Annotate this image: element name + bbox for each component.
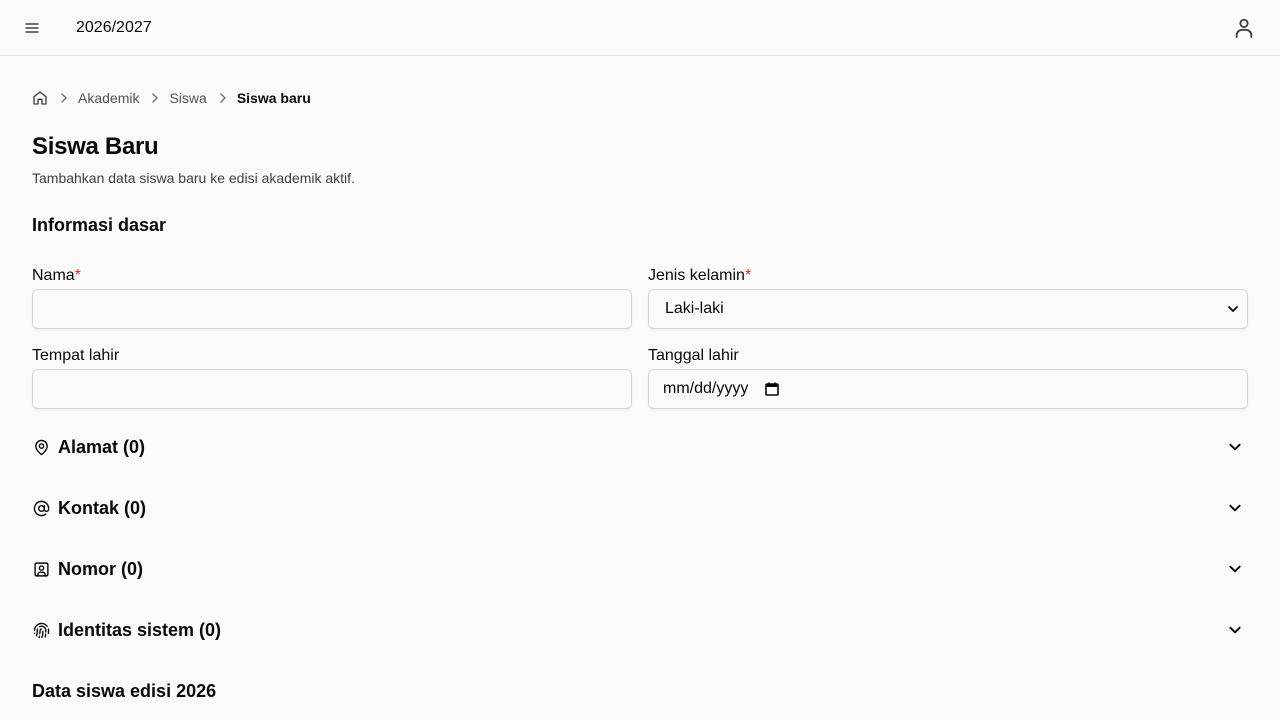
address-section-label: Alamat (0) [58,436,146,457]
chevron-right-icon [60,93,68,103]
breadcrumb-current: Siswa baru [236,90,311,106]
user-menu-button[interactable] [1228,12,1260,44]
birthplace-label: Tempat lahir [32,347,120,364]
chevron-down-icon [1229,626,1241,634]
gender-label: Jenis kelamin* [648,267,751,285]
number-section-label: Nomor (0) [58,558,143,579]
chevron-down-icon [1229,443,1241,451]
chevron-down-icon [1229,565,1241,573]
map-pin-icon [32,438,50,456]
menu-button[interactable] [16,12,48,44]
fingerprint-icon [32,621,50,639]
birthplace-input[interactable] [32,369,632,409]
edition-data-title: Data siswa edisi 2026 [32,681,217,701]
gender-select-value: Laki-laki [665,300,724,317]
birthdate-input[interactable]: mm/dd/yyyy [648,369,1248,409]
address-section-toggle[interactable]: Alamat (0) [32,433,1248,461]
breadcrumb: Akademik Siswa Siswa baru [32,88,311,108]
contact-card-icon [32,560,50,578]
user-icon [1235,18,1253,39]
required-mark: * [74,267,81,284]
contact-section-label: Kontak (0) [58,497,147,518]
system-identity-section-toggle[interactable]: Identitas sistem (0) [32,616,1248,644]
name-label: Nama* [32,267,81,285]
gender-select[interactable]: Laki-laki [648,289,1248,329]
at-sign-icon [32,499,50,517]
breadcrumb-akademik[interactable]: Akademik [78,90,139,106]
gender-label-text: Jenis kelamin [648,267,745,284]
edition-label: 2026/2027 [76,19,152,36]
system-identity-section-label: Identitas sistem (0) [58,619,222,640]
required-mark: * [744,267,752,284]
birthdate-label: Tanggal lahir [648,347,739,364]
contact-section-toggle[interactable]: Kontak (0) [32,494,1248,522]
name-label-text: Nama [32,267,75,284]
basic-info-title: Informasi dasar [32,215,167,235]
chevron-down-icon [1228,306,1238,312]
hamburger-icon [25,23,39,33]
chevron-right-icon [151,93,159,103]
number-section-toggle[interactable]: Nomor (0) [32,555,1248,583]
chevron-right-icon [219,93,227,103]
breadcrumb-home[interactable] [32,90,48,106]
top-bar: 2026/2027 [0,0,1280,56]
page-description: Tambahkan data siswa baru ke edisi akade… [32,170,355,186]
page-title: Siswa Baru [32,133,159,160]
name-input[interactable] [32,289,632,329]
chevron-down-icon [1229,504,1241,512]
birthdate-placeholder: mm/dd/yyyy [663,380,749,397]
calendar-icon[interactable] [764,381,780,397]
breadcrumb-siswa[interactable]: Siswa [169,90,206,106]
home-icon [33,91,47,105]
